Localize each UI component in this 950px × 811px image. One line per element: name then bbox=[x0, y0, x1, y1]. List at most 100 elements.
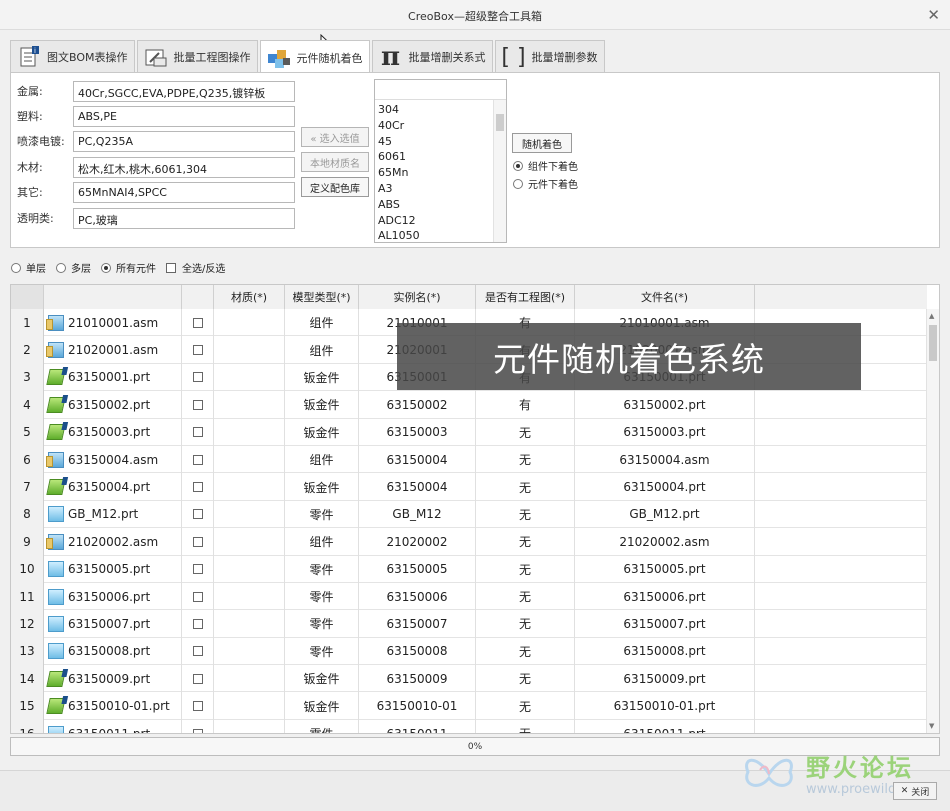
instance-cell[interactable]: GB_M12 bbox=[359, 500, 476, 529]
row-checkbox[interactable] bbox=[192, 673, 203, 684]
instance-cell[interactable]: 21020002 bbox=[359, 528, 476, 556]
instance-cell[interactable]: 63150010-01 bbox=[359, 692, 476, 720]
model-type-cell[interactable]: 组件 bbox=[285, 309, 359, 337]
row-select-cell[interactable] bbox=[182, 500, 214, 529]
model-type-cell[interactable]: 组件 bbox=[285, 528, 359, 556]
file-name-cell[interactable]: 63150010-01.prt bbox=[575, 692, 755, 720]
material-cell[interactable] bbox=[214, 500, 285, 529]
listbox-scroll-thumb[interactable] bbox=[496, 114, 504, 131]
metal-input[interactable]: 40Cr,SGCC,EVA,PDPE,Q235,镀锌板 bbox=[73, 80, 295, 102]
listbox-item[interactable]: ABS bbox=[378, 197, 490, 213]
radio-on-icon[interactable] bbox=[513, 161, 523, 171]
listbox-item[interactable]: ADC12 bbox=[378, 213, 490, 229]
listbox-item[interactable]: 45 bbox=[378, 134, 490, 150]
instance-cell[interactable]: 63150005 bbox=[359, 555, 476, 583]
material-cell[interactable] bbox=[214, 637, 285, 666]
row-checkbox[interactable] bbox=[192, 509, 203, 520]
table-row[interactable]: 11 63150006.prt 零件 63150006 无 63150006.prt bbox=[11, 582, 927, 611]
checkbox-icon[interactable] bbox=[166, 262, 176, 273]
file-name-cell[interactable]: 63150007.prt bbox=[575, 610, 755, 638]
material-cell[interactable] bbox=[214, 665, 285, 693]
model-name-cell[interactable]: 63150003.prt bbox=[44, 418, 182, 446]
file-name-cell[interactable]: 63150011.prt bbox=[575, 719, 755, 733]
row-checkbox[interactable] bbox=[192, 728, 203, 733]
material-cell[interactable] bbox=[214, 528, 285, 556]
table-scrollbar[interactable]: ▲ ▼ bbox=[926, 309, 939, 733]
model-type-cell[interactable]: 钣金件 bbox=[285, 692, 359, 720]
tab-drawing[interactable]: 批量工程图操作 bbox=[136, 40, 258, 73]
has-drawing-cell[interactable]: 无 bbox=[476, 500, 575, 529]
row-checkbox[interactable] bbox=[192, 345, 203, 356]
row-select-cell[interactable] bbox=[182, 445, 214, 474]
material-cell[interactable] bbox=[214, 309, 285, 337]
material-cell[interactable] bbox=[214, 719, 285, 733]
row-checkbox[interactable] bbox=[192, 427, 203, 438]
material-cell[interactable] bbox=[214, 610, 285, 638]
has-drawing-cell[interactable]: 无 bbox=[476, 665, 575, 693]
table-row[interactable]: 6 63150004.asm 组件 63150004 无 63150004.asm bbox=[11, 445, 927, 474]
header-select[interactable] bbox=[182, 285, 214, 309]
model-type-cell[interactable]: 零件 bbox=[285, 500, 359, 529]
has-drawing-cell[interactable]: 无 bbox=[476, 719, 575, 733]
model-type-cell[interactable]: 钣金件 bbox=[285, 665, 359, 693]
row-select-cell[interactable] bbox=[182, 336, 214, 364]
row-select-cell[interactable] bbox=[182, 391, 214, 419]
model-name-cell[interactable]: 63150006.prt bbox=[44, 582, 182, 611]
file-name-cell[interactable]: 63150008.prt bbox=[575, 637, 755, 666]
model-type-cell[interactable]: 零件 bbox=[285, 637, 359, 666]
row-select-cell[interactable] bbox=[182, 637, 214, 666]
row-checkbox[interactable] bbox=[192, 482, 203, 493]
model-name-cell[interactable]: 63150004.asm bbox=[44, 445, 182, 474]
coating-input[interactable]: PC,Q235A bbox=[73, 130, 295, 152]
instance-cell[interactable]: 63150009 bbox=[359, 665, 476, 693]
instance-cell[interactable]: 63150011 bbox=[359, 719, 476, 733]
table-row[interactable]: 4 63150002.prt 钣金件 63150002 有 63150002.prt bbox=[11, 391, 927, 419]
file-name-cell[interactable]: 63150006.prt bbox=[575, 582, 755, 611]
has-drawing-cell[interactable]: 无 bbox=[476, 473, 575, 501]
radio-on-icon[interactable] bbox=[101, 262, 111, 273]
model-type-cell[interactable]: 钣金件 bbox=[285, 418, 359, 446]
has-drawing-cell[interactable]: 有 bbox=[476, 391, 575, 419]
listbox-item[interactable]: A3 bbox=[378, 181, 490, 197]
header-instance[interactable]: 实例名(*) bbox=[359, 285, 476, 309]
row-checkbox[interactable] bbox=[192, 564, 203, 575]
material-cell[interactable] bbox=[214, 692, 285, 720]
row-select-cell[interactable] bbox=[182, 610, 214, 638]
select-all-toggle[interactable]: 全选/反选 bbox=[166, 260, 225, 275]
scope-multi-level[interactable]: 多层 bbox=[56, 260, 91, 275]
model-type-cell[interactable]: 零件 bbox=[285, 582, 359, 611]
model-type-cell[interactable]: 零件 bbox=[285, 610, 359, 638]
header-material[interactable]: 材质(*) bbox=[214, 285, 285, 309]
header-has-drawing[interactable]: 是否有工程图(*) bbox=[476, 285, 575, 309]
material-cell[interactable] bbox=[214, 582, 285, 611]
radio-off-icon[interactable] bbox=[11, 262, 21, 273]
table-scroll-thumb[interactable] bbox=[929, 325, 937, 361]
table-row[interactable]: 13 63150008.prt 零件 63150008 无 63150008.prt bbox=[11, 637, 927, 666]
local-material-button[interactable]: 本地材质名 bbox=[301, 152, 369, 172]
row-select-cell[interactable] bbox=[182, 528, 214, 556]
wood-input[interactable]: 松木,红木,桃木,6061,304 bbox=[73, 156, 295, 178]
model-name-cell[interactable]: 63150005.prt bbox=[44, 555, 182, 583]
model-name-cell[interactable]: 63150009.prt bbox=[44, 665, 182, 693]
material-cell[interactable] bbox=[214, 336, 285, 364]
material-cell[interactable] bbox=[214, 445, 285, 474]
model-name-cell[interactable]: 63150011.prt bbox=[44, 719, 182, 733]
file-name-cell[interactable]: 63150003.prt bbox=[575, 418, 755, 446]
row-checkbox[interactable] bbox=[192, 454, 203, 465]
tab-parameters[interactable]: [ ] 批量增删参数 bbox=[494, 40, 605, 73]
model-name-cell[interactable]: 21010001.asm bbox=[44, 309, 182, 337]
plastic-input[interactable]: ABS,PE bbox=[73, 105, 295, 127]
instance-cell[interactable]: 63150004 bbox=[359, 445, 476, 474]
listbox-item[interactable]: 40Cr bbox=[378, 118, 490, 134]
listbox-item[interactable]: 65Mn bbox=[378, 165, 490, 181]
row-checkbox[interactable] bbox=[192, 372, 203, 383]
define-color-library-button[interactable]: 定义配色库 bbox=[301, 177, 369, 197]
row-checkbox[interactable] bbox=[192, 646, 203, 657]
scroll-up-icon[interactable]: ▲ bbox=[929, 312, 934, 320]
row-select-cell[interactable] bbox=[182, 582, 214, 611]
file-name-cell[interactable]: 63150004.prt bbox=[575, 473, 755, 501]
scope-single-level[interactable]: 单层 bbox=[11, 260, 46, 275]
row-select-cell[interactable] bbox=[182, 473, 214, 501]
instance-cell[interactable]: 63150006 bbox=[359, 582, 476, 611]
has-drawing-cell[interactable]: 无 bbox=[476, 637, 575, 666]
